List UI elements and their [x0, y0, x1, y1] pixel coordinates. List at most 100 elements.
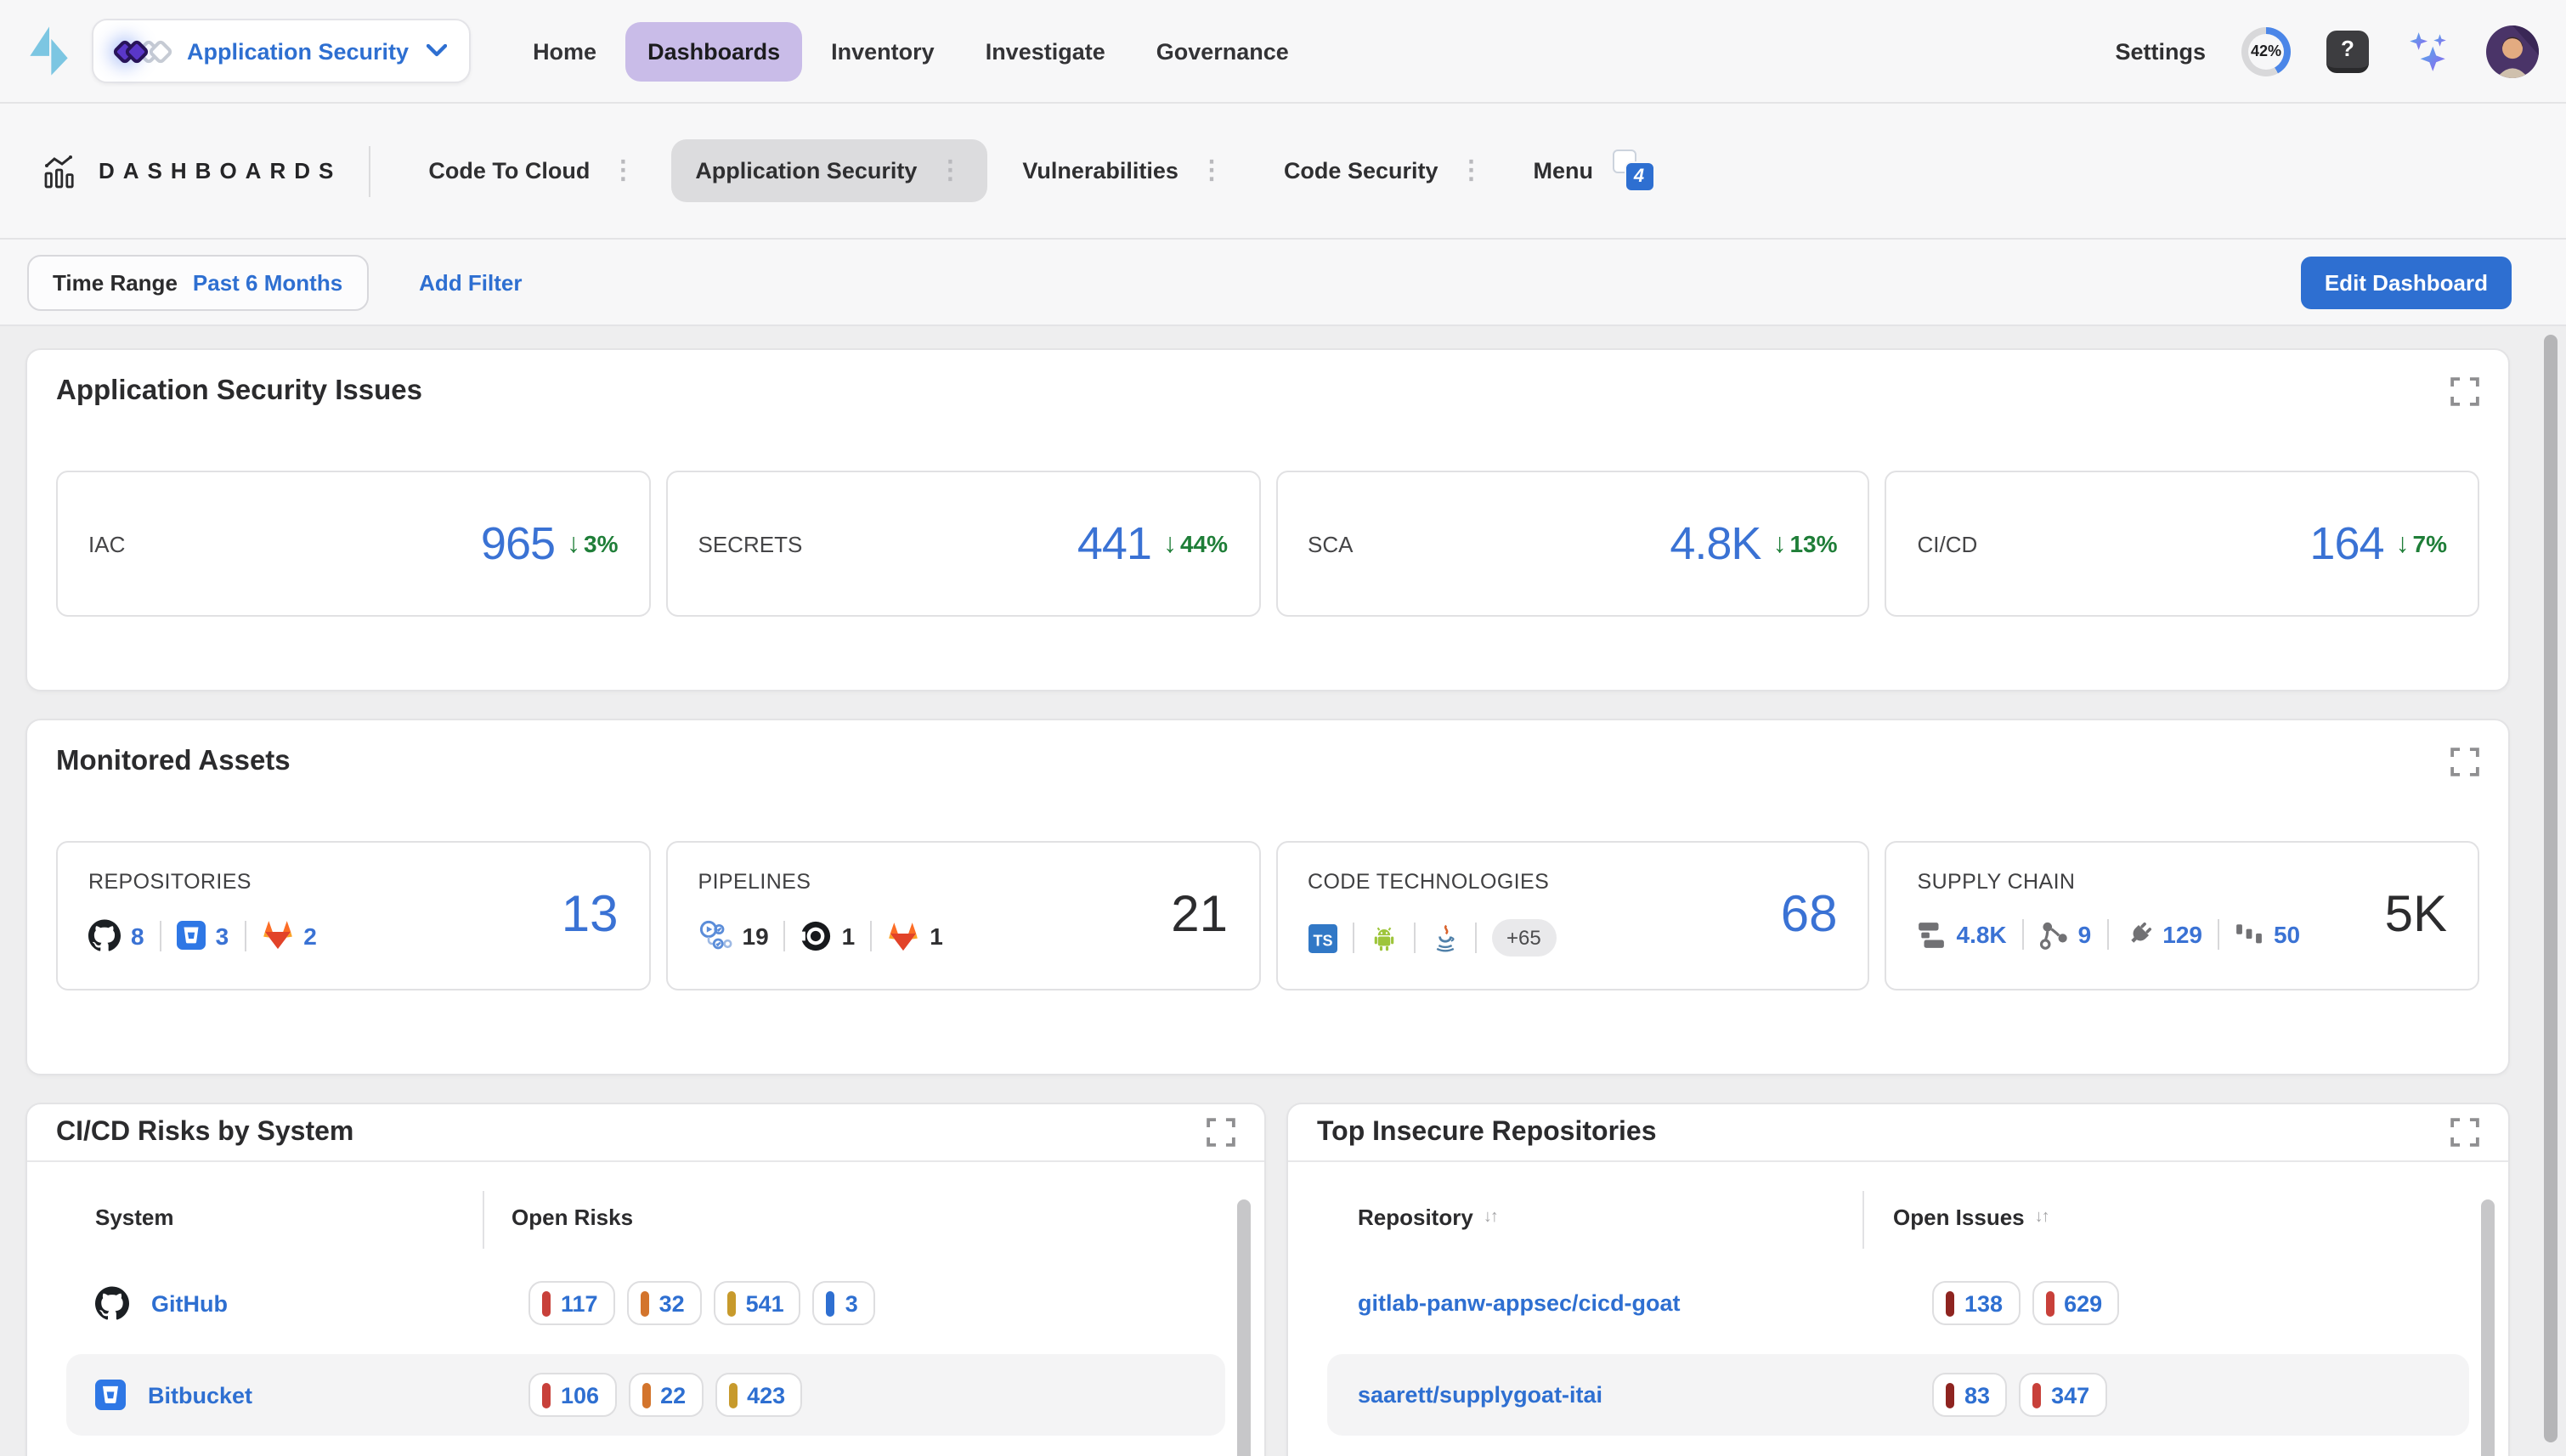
- dashboards-bar: DASHBOARDS Code To Cloud ⋮ Application S…: [0, 104, 2566, 240]
- prisma-cloud-logo-icon[interactable]: [27, 25, 70, 76]
- trend-down-icon: ↓: [1163, 530, 1177, 561]
- nav-home[interactable]: Home: [511, 21, 619, 81]
- tab-application-security[interactable]: Application Security ⋮: [671, 139, 986, 202]
- app-root: Application Security Home Dashboards Inv…: [0, 0, 2566, 1456]
- metric-card-sca[interactable]: SCA 4.8K ↓ 13%: [1275, 471, 1870, 617]
- page-scrollbar[interactable]: [2544, 335, 2558, 1442]
- dashboards-brand: DASHBOARDS: [44, 154, 342, 188]
- metric-card-secrets[interactable]: SECRETS 441 ↓ 44%: [666, 471, 1261, 617]
- kebab-menu-icon[interactable]: ⋮: [937, 158, 963, 183]
- panel-cicd-risks-by-system: CI/CD Risks by System System Open Risks …: [25, 1103, 1266, 1456]
- table-row-repo[interactable]: gitlab-panw-appsec/cicd-goat 138 629: [1327, 1262, 2469, 1344]
- risk-count-badge[interactable]: 106: [528, 1373, 616, 1417]
- help-icon[interactable]: ?: [2326, 30, 2369, 72]
- issue-count-badge[interactable]: 138: [1932, 1281, 2020, 1325]
- kebab-menu-icon[interactable]: ⋮: [1199, 158, 1224, 183]
- package-stack-icon: [1918, 920, 1947, 949]
- column-system[interactable]: System: [95, 1205, 174, 1230]
- expand-icon[interactable]: [1207, 1118, 1235, 1147]
- module-selector[interactable]: Application Security: [92, 19, 470, 83]
- column-repository[interactable]: Repository ↓↑: [1358, 1205, 1497, 1230]
- risk-count-badge[interactable]: 541: [714, 1281, 801, 1325]
- sort-icon[interactable]: ↓↑: [2035, 1208, 2049, 1227]
- nav-investigate[interactable]: Investigate: [964, 21, 1128, 81]
- panel-monitored-assets: Monitored Assets REPOSITORIES 8 3 2 13: [25, 719, 2510, 1075]
- asset-total: 21: [1171, 887, 1228, 945]
- risk-count-badge[interactable]: 423: [715, 1373, 802, 1417]
- progress-ring[interactable]: 42%: [2241, 26, 2291, 76]
- panel-application-security-issues: Application Security Issues IAC 965 ↓ 3%…: [25, 348, 2510, 691]
- risk-count-badge[interactable]: 3: [813, 1281, 875, 1325]
- panel-title: Application Security Issues: [56, 375, 422, 408]
- column-open-issues[interactable]: Open Issues ↓↑: [1893, 1205, 2049, 1230]
- table-scrollbar[interactable]: [1237, 1199, 1251, 1456]
- bitbucket-icon: [177, 921, 206, 950]
- time-range-filter[interactable]: Time Range Past 6 Months: [27, 254, 368, 310]
- tab-code-to-cloud[interactable]: Code To Cloud ⋮: [404, 139, 659, 202]
- more-technologies-badge[interactable]: +65: [1491, 919, 1557, 957]
- time-range-value: Past 6 Months: [193, 269, 342, 295]
- ai-sparkles-icon[interactable]: [2405, 28, 2450, 74]
- nav-inventory[interactable]: Inventory: [809, 21, 957, 81]
- trend-down-icon: ↓: [567, 530, 580, 561]
- gitlab-icon: [261, 919, 293, 951]
- asset-card-supply-chain[interactable]: SUPPLY CHAIN 4.8K 9 129 50 5K: [1885, 841, 2480, 990]
- add-filter-button[interactable]: Add Filter: [419, 269, 522, 295]
- tabs-overflow-menu[interactable]: Menu 4: [1534, 150, 1655, 192]
- blocks-icon: [2235, 920, 2264, 949]
- column-open-risks[interactable]: Open Risks: [512, 1205, 633, 1230]
- table-row-bitbucket[interactable]: Bitbucket 106 22 423: [66, 1354, 1225, 1436]
- circleci-icon: [801, 921, 832, 951]
- typescript-icon: [1308, 923, 1337, 952]
- tab-vulnerabilities[interactable]: Vulnerabilities ⋮: [998, 139, 1248, 202]
- issue-count-badge[interactable]: 629: [2032, 1281, 2119, 1325]
- github-actions-icon: [698, 919, 732, 953]
- expand-icon[interactable]: [2450, 1118, 2479, 1147]
- asset-card-pipelines[interactable]: PIPELINES 19 1 1 21: [666, 841, 1261, 990]
- main-nav: Home Dashboards Inventory Investigate Go…: [511, 21, 1311, 81]
- bitbucket-icon: [95, 1380, 126, 1410]
- issue-count-badge[interactable]: 347: [2019, 1373, 2106, 1417]
- risk-count-badge[interactable]: 32: [627, 1281, 702, 1325]
- expand-icon[interactable]: [2450, 377, 2479, 406]
- risk-count-badge[interactable]: 117: [528, 1281, 615, 1325]
- expand-icon[interactable]: [2450, 748, 2479, 776]
- kebab-menu-icon[interactable]: ⋮: [1459, 158, 1484, 183]
- table-header: System Open Risks: [27, 1205, 1264, 1239]
- settings-link[interactable]: Settings: [2115, 38, 2206, 64]
- asset-total: 68: [1781, 887, 1838, 945]
- github-icon: [88, 919, 121, 951]
- metric-card-iac[interactable]: IAC 965 ↓ 3%: [56, 471, 651, 617]
- avatar[interactable]: [2486, 25, 2539, 77]
- nav-governance[interactable]: Governance: [1134, 21, 1311, 81]
- edit-dashboard-button[interactable]: Edit Dashboard: [2301, 256, 2512, 308]
- issue-count-badge[interactable]: 83: [1932, 1373, 2007, 1417]
- table-row-github[interactable]: GitHub 117 32 541 3: [66, 1262, 1225, 1344]
- asset-card-code-technologies[interactable]: CODE TECHNOLOGIES +65 68: [1275, 841, 1870, 990]
- table-row-repo[interactable]: saarett/supplygoat-itai 83 347: [1327, 1354, 2469, 1436]
- asset-card-repositories[interactable]: REPOSITORIES 8 3 2 13: [56, 841, 651, 990]
- panel-top-insecure-repositories: Top Insecure Repositories Repository ↓↑ …: [1286, 1103, 2510, 1456]
- panel-title: Monitored Assets: [56, 746, 291, 778]
- top-nav: Application Security Home Dashboards Inv…: [0, 0, 2566, 104]
- metric-card-cicd[interactable]: CI/CD 164 ↓ 7%: [1885, 471, 2480, 617]
- trend-down-icon: ↓: [2396, 530, 2410, 561]
- menu-count-badge: 4: [1612, 150, 1654, 192]
- kebab-menu-icon[interactable]: ⋮: [610, 158, 636, 183]
- filter-bar: Time Range Past 6 Months Add Filter Edit…: [0, 240, 2566, 326]
- tab-code-security[interactable]: Code Security ⋮: [1260, 139, 1508, 202]
- table-scrollbar[interactable]: [2481, 1199, 2495, 1456]
- system-link[interactable]: GitHub: [151, 1290, 228, 1316]
- dashboards-label: DASHBOARDS: [99, 158, 342, 183]
- asset-total: 13: [562, 887, 619, 945]
- sort-icon[interactable]: ↓↑: [1484, 1208, 1497, 1227]
- repository-link[interactable]: saarett/supplygoat-itai: [1358, 1382, 1602, 1408]
- repository-link[interactable]: gitlab-panw-appsec/cicd-goat: [1358, 1290, 1681, 1316]
- system-link[interactable]: Bitbucket: [148, 1382, 252, 1408]
- table-header: Repository ↓↑ Open Issues ↓↑: [1288, 1205, 2508, 1239]
- asset-total: 5K: [2385, 887, 2447, 945]
- nav-dashboards[interactable]: Dashboards: [625, 21, 802, 81]
- risk-count-badge[interactable]: 22: [628, 1373, 703, 1417]
- chevron-down-icon: [426, 44, 446, 58]
- android-icon: [1369, 923, 1398, 952]
